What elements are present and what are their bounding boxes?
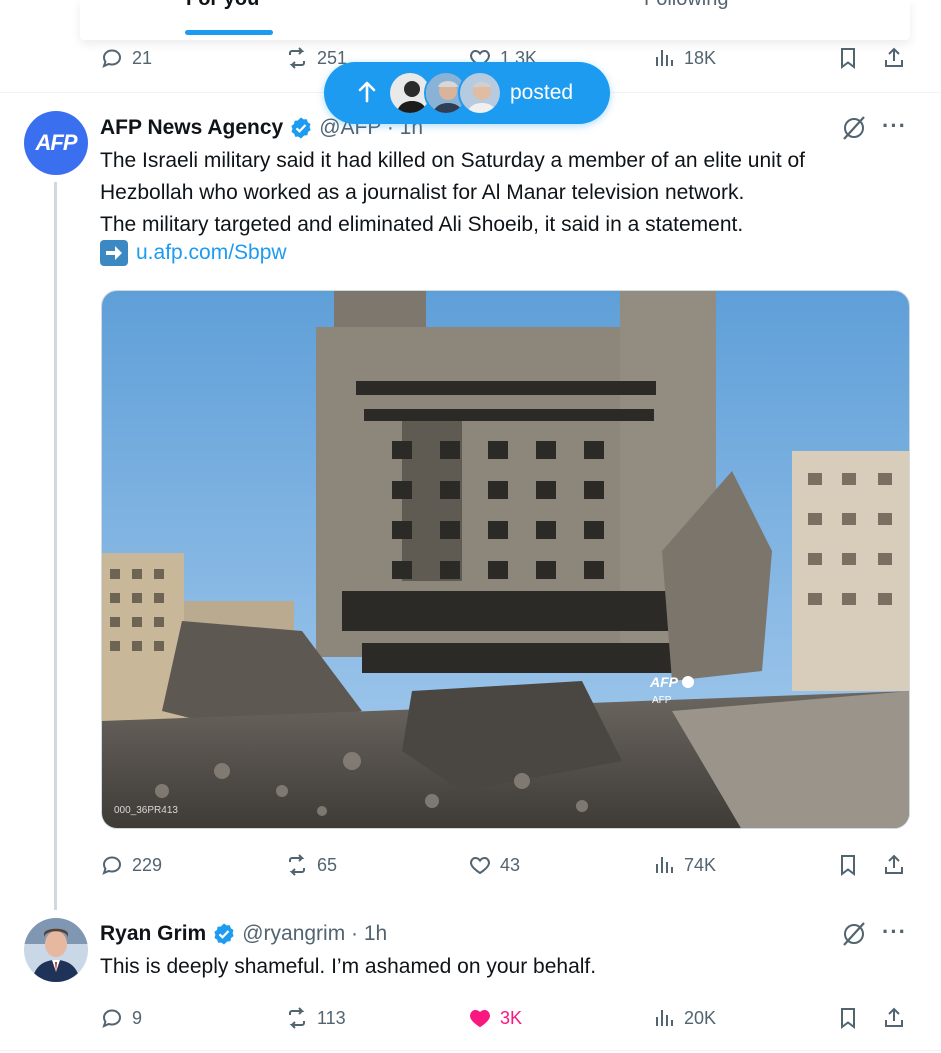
- like-count: 3K: [500, 1007, 523, 1028]
- tweet-actions: 229 65 43 74K: [100, 848, 915, 882]
- arrow-up-icon: [358, 81, 376, 103]
- right-arrow-emoji-icon: [100, 240, 128, 266]
- bookmark-icon: [841, 1008, 855, 1029]
- avatar[interactable]: AFP: [24, 111, 88, 175]
- share-button[interactable]: [882, 41, 906, 75]
- tweet-actions: 9 113 3K 20K: [100, 1001, 915, 1035]
- media-watermark: AFP: [649, 674, 679, 690]
- share-icon: [885, 1007, 903, 1027]
- handle-and-time[interactable]: @ryangrim · 1h: [242, 922, 387, 946]
- profile-photo: [24, 918, 88, 982]
- tweet-text-line: Hezbollah who worked as a journalist for…: [100, 181, 745, 204]
- tweet-text-line: The military targeted and eliminated Ali…: [100, 213, 744, 236]
- reply-button[interactable]: 21: [100, 41, 152, 75]
- more-icon[interactable]: ···: [882, 113, 907, 139]
- views-icon: [656, 50, 673, 66]
- bookmark-icon: [841, 48, 855, 69]
- reply-count: 229: [132, 854, 163, 875]
- tweet-text-line: The Israeli military said it had killed …: [100, 149, 806, 172]
- avatar-text: AFP: [35, 130, 78, 155]
- repost-icon: [289, 854, 305, 876]
- bookmark-icon: [841, 855, 855, 876]
- reply-icon: [102, 856, 122, 875]
- like-button[interactable]: 43: [468, 848, 520, 882]
- divider: [0, 1050, 941, 1051]
- destroyed-building-photo: AFP AFP 000_36PR413: [102, 291, 909, 828]
- tweet-header: Ryan Grim @ryangrim · 1h: [100, 919, 387, 949]
- reply-button[interactable]: 229: [100, 848, 162, 882]
- reply-icon: [102, 49, 122, 68]
- display-name[interactable]: Ryan Grim: [100, 922, 206, 946]
- repost-icon: [289, 47, 305, 69]
- tweet-text: This is deeply shameful. I’m ashamed on …: [100, 955, 597, 978]
- share-button[interactable]: [882, 848, 906, 882]
- repost-icon: [289, 1007, 305, 1029]
- display-name[interactable]: AFP News Agency: [100, 116, 283, 140]
- views-icon: [656, 857, 673, 873]
- reply-icon: [102, 1009, 122, 1028]
- like-count: 43: [500, 854, 521, 875]
- share-button[interactable]: [882, 1001, 906, 1035]
- repost-count: 65: [317, 854, 338, 875]
- tab-following[interactable]: Following: [644, 0, 728, 11]
- views-count: 74K: [684, 854, 717, 875]
- thread-connector: [54, 182, 57, 910]
- verified-icon: [291, 117, 311, 139]
- repost-button[interactable]: 113: [285, 1001, 346, 1035]
- views-button[interactable]: 20K: [652, 1001, 716, 1035]
- views-button[interactable]: 74K: [652, 848, 716, 882]
- bookmark-button[interactable]: [836, 1001, 860, 1035]
- share-icon: [885, 47, 903, 67]
- tweet-media-image[interactable]: AFP AFP 000_36PR413: [101, 290, 910, 829]
- repost-count: 113: [317, 1007, 346, 1028]
- reply-count: 21: [132, 47, 153, 68]
- more-icon[interactable]: ···: [882, 919, 907, 945]
- verified-icon: [214, 923, 234, 945]
- media-caption: 000_36PR413: [114, 805, 178, 816]
- share-icon: [885, 854, 903, 874]
- like-icon: [470, 1009, 490, 1028]
- new-posts-label: posted: [510, 81, 574, 104]
- like-icon: [470, 856, 490, 875]
- grok-icon[interactable]: [840, 114, 868, 142]
- tab-for-you[interactable]: For you: [186, 0, 259, 11]
- avatar[interactable]: [24, 918, 88, 982]
- views-button[interactable]: 18K: [652, 41, 716, 75]
- new-posts-pill[interactable]: posted: [324, 62, 610, 124]
- tweet-link-row: u.afp.com/Sbpw: [100, 240, 287, 266]
- reply-count: 9: [132, 1007, 143, 1028]
- like-button[interactable]: 3K: [468, 1001, 522, 1035]
- views-icon: [656, 1010, 673, 1026]
- article-link[interactable]: u.afp.com/Sbpw: [136, 241, 287, 265]
- grok-icon[interactable]: [840, 920, 868, 948]
- media-watermark-sub: AFP: [652, 695, 672, 706]
- reply-button[interactable]: 9: [100, 1001, 142, 1035]
- repost-button[interactable]: 65: [285, 848, 337, 882]
- bookmark-button[interactable]: [836, 848, 860, 882]
- views-count: 20K: [684, 1007, 717, 1028]
- views-count: 18K: [684, 47, 717, 68]
- avatar: [458, 71, 502, 115]
- timeline-header: For you Following: [0, 0, 941, 40]
- bookmark-button[interactable]: [836, 41, 860, 75]
- active-tab-indicator: [185, 30, 273, 35]
